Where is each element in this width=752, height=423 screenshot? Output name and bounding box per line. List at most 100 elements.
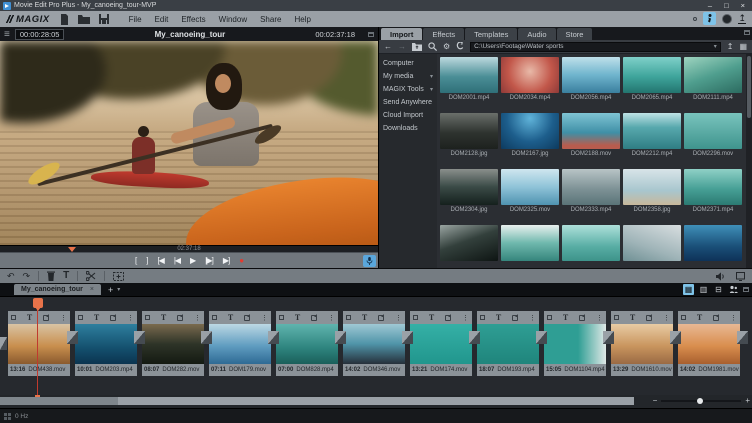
path-field[interactable]: C:\Users\Footage\Water sports ▾ bbox=[470, 41, 721, 52]
menu-item-effects[interactable]: Effects bbox=[181, 15, 205, 24]
device-capture-icon[interactable] bbox=[456, 42, 464, 51]
clip-title-button[interactable]: T bbox=[27, 313, 32, 322]
zoom-in-button[interactable]: + bbox=[745, 397, 750, 405]
clip-thumbnail[interactable] bbox=[142, 324, 204, 364]
clip-effects-icon[interactable] bbox=[311, 313, 318, 321]
media-item[interactable]: DOM2333.mp4 bbox=[562, 169, 620, 214]
clip-effects-icon[interactable] bbox=[43, 313, 50, 321]
zoom-out-button[interactable]: − bbox=[653, 397, 658, 405]
tree-item-magix-tools[interactable]: MAGIX Tools ▾ bbox=[379, 83, 437, 96]
media-thumbnail[interactable] bbox=[623, 57, 681, 93]
clip-thumbnail[interactable] bbox=[343, 324, 405, 364]
media-thumbnail[interactable] bbox=[440, 57, 498, 93]
clip-select-checkbox[interactable] bbox=[279, 315, 284, 320]
clip-menu-icon[interactable]: ⋮ bbox=[462, 314, 469, 322]
forward-icon[interactable]: → bbox=[398, 42, 406, 51]
tree-item-downloads[interactable]: Downloads bbox=[379, 122, 437, 135]
mark-in-button[interactable]: [ bbox=[135, 256, 137, 265]
transition-button[interactable] bbox=[134, 331, 145, 344]
clip-select-checkbox[interactable] bbox=[212, 315, 217, 320]
media-item[interactable]: DOM2188.mov bbox=[562, 113, 620, 158]
transition-button[interactable] bbox=[469, 331, 480, 344]
current-timecode[interactable]: 00:00:28:05 bbox=[14, 28, 65, 40]
previous-frame-button[interactable]: |◀ bbox=[174, 256, 181, 265]
media-thumbnail[interactable] bbox=[562, 113, 620, 149]
clip-menu-icon[interactable]: ⋮ bbox=[663, 314, 670, 322]
media-item[interactable]: DOM2212.mp4 bbox=[623, 113, 681, 158]
clip-menu-icon[interactable]: ⋮ bbox=[730, 314, 737, 322]
media-item[interactable] bbox=[440, 225, 498, 268]
media-scrollbar[interactable] bbox=[746, 54, 752, 268]
view-options-icon[interactable]: ▦ bbox=[739, 42, 747, 51]
clip-title-button[interactable]: T bbox=[630, 313, 635, 322]
clip-menu-icon[interactable]: ⋮ bbox=[328, 314, 335, 322]
maximize-button[interactable]: □ bbox=[724, 1, 729, 10]
preview-scrub-bar[interactable]: 02:37:18 bbox=[0, 245, 378, 252]
undo-button[interactable]: ↶ bbox=[7, 269, 15, 283]
share-upload-icon[interactable]: ↥ bbox=[738, 13, 746, 24]
media-item[interactable]: DOM2167.jpg bbox=[501, 113, 559, 158]
clip-title-button[interactable]: T bbox=[228, 313, 233, 322]
clip-menu-icon[interactable]: ⋮ bbox=[261, 314, 268, 322]
tree-item-computer[interactable]: Computer bbox=[379, 57, 437, 70]
undock-icon[interactable] bbox=[368, 31, 374, 37]
transition-button[interactable] bbox=[268, 331, 279, 344]
clip-select-checkbox[interactable] bbox=[614, 315, 619, 320]
media-thumbnail[interactable] bbox=[562, 169, 620, 205]
tree-caret-icon[interactable]: ▾ bbox=[430, 86, 433, 93]
media-thumbnail[interactable] bbox=[684, 113, 742, 149]
media-item[interactable]: DOM2111.mp4 bbox=[684, 57, 742, 102]
open-project-icon[interactable] bbox=[77, 14, 90, 25]
clip-thumbnail[interactable] bbox=[678, 324, 740, 364]
clip-menu-icon[interactable]: ⋮ bbox=[395, 314, 402, 322]
timeline-clip[interactable]: T ⋮ 07:11 DOM179.mov bbox=[209, 311, 279, 376]
playhead-pin[interactable] bbox=[33, 298, 43, 311]
tab-import[interactable]: Import bbox=[381, 28, 423, 40]
mute-speaker-icon[interactable] bbox=[716, 271, 726, 281]
record-button[interactable]: ● bbox=[239, 256, 244, 265]
play-button[interactable]: ▶ bbox=[190, 256, 196, 265]
storyboard-mode-button[interactable]: ▦ bbox=[683, 284, 694, 295]
timeline-clip[interactable]: T ⋮ 18:07 DOM193.mp4 bbox=[477, 311, 547, 376]
clip-thumbnail[interactable] bbox=[209, 324, 271, 364]
transition-button[interactable] bbox=[402, 331, 413, 344]
transition-button[interactable] bbox=[67, 331, 78, 344]
media-item[interactable]: DOM2304.jpg bbox=[440, 169, 498, 214]
media-thumbnail[interactable] bbox=[684, 225, 742, 261]
clip-menu-icon[interactable]: ⋮ bbox=[194, 314, 201, 322]
title-tool-button[interactable]: T bbox=[63, 269, 69, 283]
clip-thumbnail[interactable] bbox=[75, 324, 137, 364]
video-preview[interactable] bbox=[0, 41, 378, 245]
storyboard-area[interactable]: T ⋮ 13:16 DOM438.mov T ⋮ 10:01 DOM203.mp4 T ⋮ 08:0… bbox=[0, 296, 752, 395]
tree-item-send-anywhere[interactable]: Send Anywhere bbox=[379, 96, 437, 109]
media-item[interactable]: DOM2128.jpg bbox=[440, 113, 498, 158]
clip-title-button[interactable]: T bbox=[496, 313, 501, 322]
timeline-scrollbar-thumb[interactable] bbox=[0, 397, 118, 405]
monitor-icon[interactable] bbox=[736, 271, 745, 281]
import-icon[interactable]: ↥ bbox=[727, 42, 734, 51]
tab-store[interactable]: Store bbox=[556, 28, 593, 40]
add-movie-button[interactable]: + bbox=[108, 285, 113, 295]
clip-title-button[interactable]: T bbox=[563, 313, 568, 322]
clip-select-checkbox[interactable] bbox=[413, 315, 418, 320]
jump-end-button[interactable]: ▶] bbox=[223, 256, 230, 265]
media-thumbnail[interactable] bbox=[684, 57, 742, 93]
timeline-clip[interactable]: T ⋮ 14:02 DOM346.mov bbox=[343, 311, 413, 376]
timeline-clip[interactable]: T ⋮ 13:29 DOM1610.mov bbox=[611, 311, 681, 376]
clip-effects-icon[interactable] bbox=[110, 313, 117, 321]
clip-title-button[interactable]: T bbox=[295, 313, 300, 322]
preview-menu-icon[interactable]: ≡ bbox=[4, 29, 10, 40]
timeline-clip[interactable]: T ⋮ 08:07 DOM282.mov bbox=[142, 311, 212, 376]
delete-button[interactable] bbox=[47, 271, 56, 281]
timeline-clip[interactable]: T ⋮ 13:16 DOM438.mov bbox=[8, 311, 78, 376]
folder-up-icon[interactable] bbox=[412, 42, 422, 51]
zoom-slider-handle[interactable] bbox=[697, 398, 704, 404]
redo-button[interactable]: ↷ bbox=[23, 269, 31, 283]
clip-title-button[interactable]: T bbox=[161, 313, 166, 322]
tree-item-cloud-import[interactable]: Cloud Import bbox=[379, 109, 437, 122]
search-icon[interactable] bbox=[428, 42, 437, 51]
clip-effects-icon[interactable] bbox=[445, 313, 452, 321]
zoom-slider[interactable] bbox=[661, 398, 742, 404]
clip-select-checkbox[interactable] bbox=[11, 315, 16, 320]
clip-effects-icon[interactable] bbox=[713, 313, 720, 321]
